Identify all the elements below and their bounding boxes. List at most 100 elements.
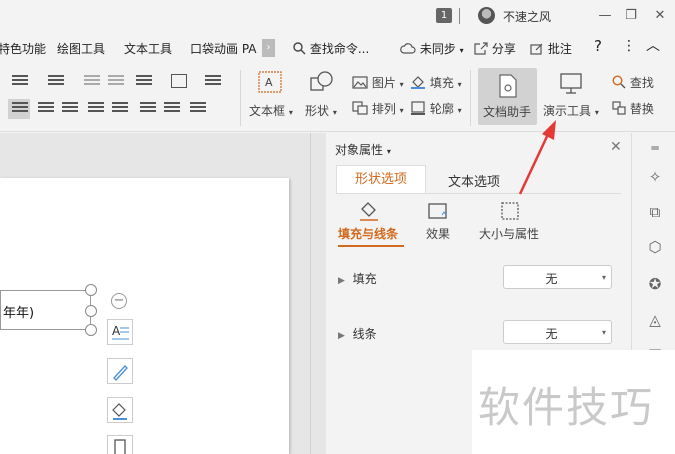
decrease-indent-icon[interactable] — [84, 75, 100, 89]
align-right-icon[interactable] — [62, 102, 78, 116]
picture-button[interactable]: 图片 ▾ — [352, 74, 404, 91]
command-search[interactable]: 查找命令... — [293, 40, 369, 57]
replace-button[interactable]: 替换 — [612, 100, 654, 117]
paragraph-spacing-icon[interactable] — [140, 102, 156, 116]
line-section-toggle[interactable]: ▶ 线条 — [338, 325, 377, 342]
collapse-float-toolbar-button[interactable]: − — [111, 293, 127, 309]
avatar[interactable] — [478, 7, 495, 24]
username[interactable]: 不速之风 — [503, 8, 551, 25]
tab-text-options[interactable]: 文本选项 — [448, 171, 500, 190]
distribute-icon[interactable] — [112, 102, 128, 116]
fill-select[interactable]: 无 ▾ — [503, 265, 612, 289]
title-bar: 1 不速之风 — ❐ ✕ — [0, 0, 675, 32]
arrange-label: 排列 — [371, 102, 396, 116]
watermark-text: 软件技巧 — [478, 383, 655, 432]
magic-icon[interactable]: ✧ — [646, 168, 664, 186]
outline-button[interactable]: 轮廓 ▾ — [410, 100, 462, 117]
close-icon[interactable]: ✕ — [610, 139, 622, 155]
share-icon — [474, 42, 488, 55]
tab-text-tools[interactable]: 文本工具 — [124, 40, 172, 57]
window-count-badge[interactable]: 1 — [436, 8, 452, 23]
align-left-icon[interactable] — [12, 102, 28, 116]
search-icon — [293, 42, 306, 55]
menu-icon[interactable]: ═ — [646, 139, 664, 157]
justify-icon[interactable] — [88, 102, 104, 116]
float-fill-button[interactable] — [107, 397, 133, 423]
panel-title[interactable]: 对象属性 ▾ — [335, 141, 391, 158]
find-button[interactable]: 查找 — [612, 74, 654, 91]
picture-icon — [352, 76, 368, 89]
sync-label: 未同步 — [419, 42, 456, 56]
column-icon[interactable] — [164, 102, 180, 116]
float-outline-button[interactable] — [107, 435, 133, 454]
arrange-button[interactable]: 排列 ▾ — [352, 100, 404, 117]
picture-label: 图片 — [371, 76, 396, 90]
more-icon[interactable]: ⋮ — [622, 38, 636, 54]
help-button[interactable]: ? — [594, 37, 602, 55]
annotate-button[interactable]: 批注 — [530, 40, 572, 57]
bullet-list-icon[interactable] — [12, 75, 28, 89]
panel-title-text: 对象属性 — [335, 143, 384, 157]
textbox-icon: A — [258, 71, 282, 93]
textbox-button[interactable]: 文本框 ▾ — [249, 102, 293, 119]
textbox-label: 文本框 — [249, 104, 286, 118]
share-button[interactable]: 分享 — [474, 40, 516, 57]
minimize-button[interactable]: — — [595, 6, 615, 26]
tab-special-features[interactable]: 特色功能 — [0, 40, 46, 57]
numbered-list-icon[interactable] — [48, 75, 64, 89]
subtab-effects[interactable]: 效果 — [426, 225, 450, 242]
shapes-icon[interactable]: ⬡ — [646, 238, 664, 256]
ribbon-separator — [470, 70, 471, 126]
line-spacing-icon[interactable] — [205, 75, 221, 89]
badge-icon[interactable]: ✪ — [646, 275, 664, 293]
resize-handle[interactable] — [85, 305, 97, 317]
selected-textbox[interactable]: 年年) — [0, 290, 91, 330]
svg-text:A: A — [265, 76, 273, 89]
document-scrollbar[interactable] — [310, 133, 326, 454]
collapse-ribbon-icon[interactable]: ︿ — [646, 35, 660, 55]
share-label: 分享 — [491, 42, 516, 56]
chevron-down-icon: ▾ — [386, 147, 391, 156]
chevron-down-icon: ▾ — [399, 80, 404, 89]
chevron-down-icon: ▾ — [457, 106, 462, 115]
text-direction-icon[interactable] — [136, 75, 152, 89]
line-row-label: 线条 — [352, 327, 377, 341]
increase-indent-icon[interactable] — [108, 75, 124, 89]
doc-assistant-button[interactable]: 文档助手 — [478, 68, 537, 125]
spacing-options-icon[interactable] — [190, 102, 206, 116]
red-arrow-annotation — [518, 120, 556, 195]
resize-handle[interactable] — [85, 284, 97, 296]
layers-icon[interactable]: ◬ — [646, 311, 664, 329]
outline-icon — [411, 101, 425, 115]
line-select[interactable]: 无 ▾ — [503, 320, 612, 344]
restore-button[interactable]: ❐ — [621, 6, 641, 26]
tab-pocket-animation[interactable]: 口袋动画 PA — [190, 40, 257, 57]
fill-button[interactable]: 填充 ▾ — [410, 74, 462, 91]
shape-button[interactable]: 形状 ▾ — [305, 102, 337, 119]
subtab-active-indicator — [338, 245, 404, 247]
resize-handle[interactable] — [85, 324, 97, 336]
text-style-button[interactable]: A — [107, 319, 133, 345]
subtab-size-properties[interactable]: 大小与属性 — [479, 225, 539, 242]
presentation-tools-button[interactable]: 演示工具 ▾ — [543, 102, 599, 119]
presentation-tools-label: 演示工具 — [543, 104, 592, 118]
align-center-icon[interactable] — [38, 102, 54, 116]
fill-section-toggle[interactable]: ▶ 填充 — [338, 270, 377, 287]
subtab-fill-line[interactable]: 填充与线条 — [338, 225, 398, 242]
chevron-down-icon: ▾ — [399, 106, 404, 115]
tab-scroll-right-button[interactable]: › — [262, 39, 275, 57]
textbox-content: 年年) — [3, 306, 35, 321]
close-window-button[interactable]: ✕ — [650, 6, 670, 26]
document-area: 年年) − A — [0, 133, 310, 454]
slide-canvas[interactable]: 年年) — [0, 178, 289, 454]
effects-icon — [428, 203, 447, 219]
tab-drawing-tools[interactable]: 绘图工具 — [57, 40, 105, 57]
chevron-right-icon: ▶ — [338, 276, 345, 286]
sync-button[interactable]: 未同步 ▾ — [400, 40, 464, 57]
transition-icon[interactable]: ⧉ — [646, 203, 664, 221]
menu-tabs: 特色功能 绘图工具 文本工具 口袋动画 PA › 查找命令... 未同步 ▾ 分… — [0, 34, 675, 62]
align-text-icon[interactable] — [171, 74, 187, 88]
brush-button[interactable] — [107, 358, 133, 384]
shape-icon — [310, 71, 333, 91]
tab-shape-options[interactable]: 形状选项 — [336, 165, 426, 193]
